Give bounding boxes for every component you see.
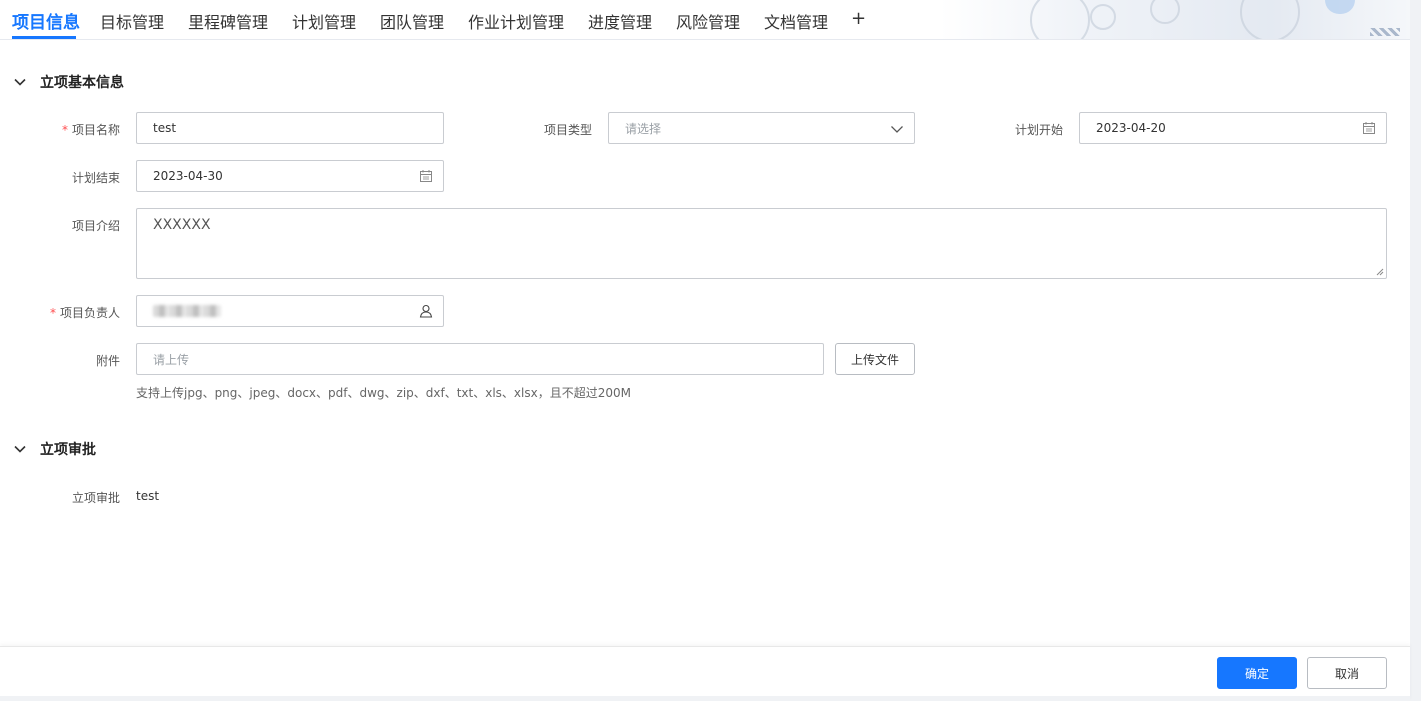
project-name-label: * 项目名称 [61,123,120,137]
project-intro-textarea[interactable]: XXXXXX [136,208,1387,279]
tab-project-info[interactable]: 项目信息 [12,8,80,33]
owner-name-redacted [153,305,221,317]
section-title: 立项基本信息 [40,75,124,91]
footer-bottom-strip [0,696,1410,701]
plan-start-date-input[interactable]: 2023-04-20 [1079,112,1387,144]
user-icon[interactable] [419,304,433,318]
plan-start-label: 计划开始 [1014,123,1063,137]
chevron-down-icon [891,126,903,133]
intro-label: 项目介绍 [71,219,120,233]
plan-end-date-input[interactable]: 2023-04-30 [136,160,444,192]
section-approval-header[interactable]: 立项审批 [12,439,96,459]
tab-progress-management[interactable]: 进度管理 [588,9,652,33]
project-owner-input[interactable] [136,295,444,327]
tab-goal-management[interactable]: 目标管理 [100,9,164,33]
approval-label: 立项审批 [71,491,120,505]
project-type-select[interactable]: 请选择 [608,112,915,144]
header-decoration [940,0,1410,39]
chevron-down-icon [14,78,26,86]
calendar-icon[interactable] [419,169,433,183]
add-tab-button[interactable]: + [851,8,866,29]
section-basic-info-header[interactable]: 立项基本信息 [12,72,124,92]
scrollbar-track[interactable] [1410,0,1421,701]
tab-milestone-management[interactable]: 里程碑管理 [188,9,268,33]
tab-work-plan-management[interactable]: 作业计划管理 [468,9,564,33]
tab-document-management[interactable]: 文档管理 [764,9,828,33]
chevron-down-icon [14,445,26,453]
plan-end-label: 计划结束 [71,171,120,185]
active-tab-indicator [12,36,76,39]
tab-risk-management[interactable]: 风险管理 [676,9,740,33]
calendar-icon[interactable] [1362,121,1376,135]
tab-team-management[interactable]: 团队管理 [380,9,444,33]
tabs-bar: 项目信息 目标管理 里程碑管理 计划管理 团队管理 作业计划管理 进度管理 风险… [0,0,1410,40]
section-title: 立项审批 [40,442,96,458]
approval-value: test [136,489,160,503]
upload-file-button[interactable]: 上传文件 [835,343,915,375]
attachment-label: 附件 [95,354,120,368]
resize-grip-icon[interactable] [1376,268,1384,276]
attachment-input[interactable]: 请上传 [136,343,824,375]
confirm-button[interactable]: 确定 [1217,657,1297,689]
footer-bar: 确定 取消 [0,646,1410,701]
cancel-button[interactable]: 取消 [1307,657,1387,689]
project-type-label: 项目类型 [543,123,592,137]
project-name-input[interactable]: test [136,112,444,144]
owner-label: * 项目负责人 [49,306,120,320]
tab-plan-management[interactable]: 计划管理 [292,9,356,33]
upload-hint: 支持上传jpg、png、jpeg、docx、pdf、dwg、zip、dxf、tx… [136,386,631,400]
